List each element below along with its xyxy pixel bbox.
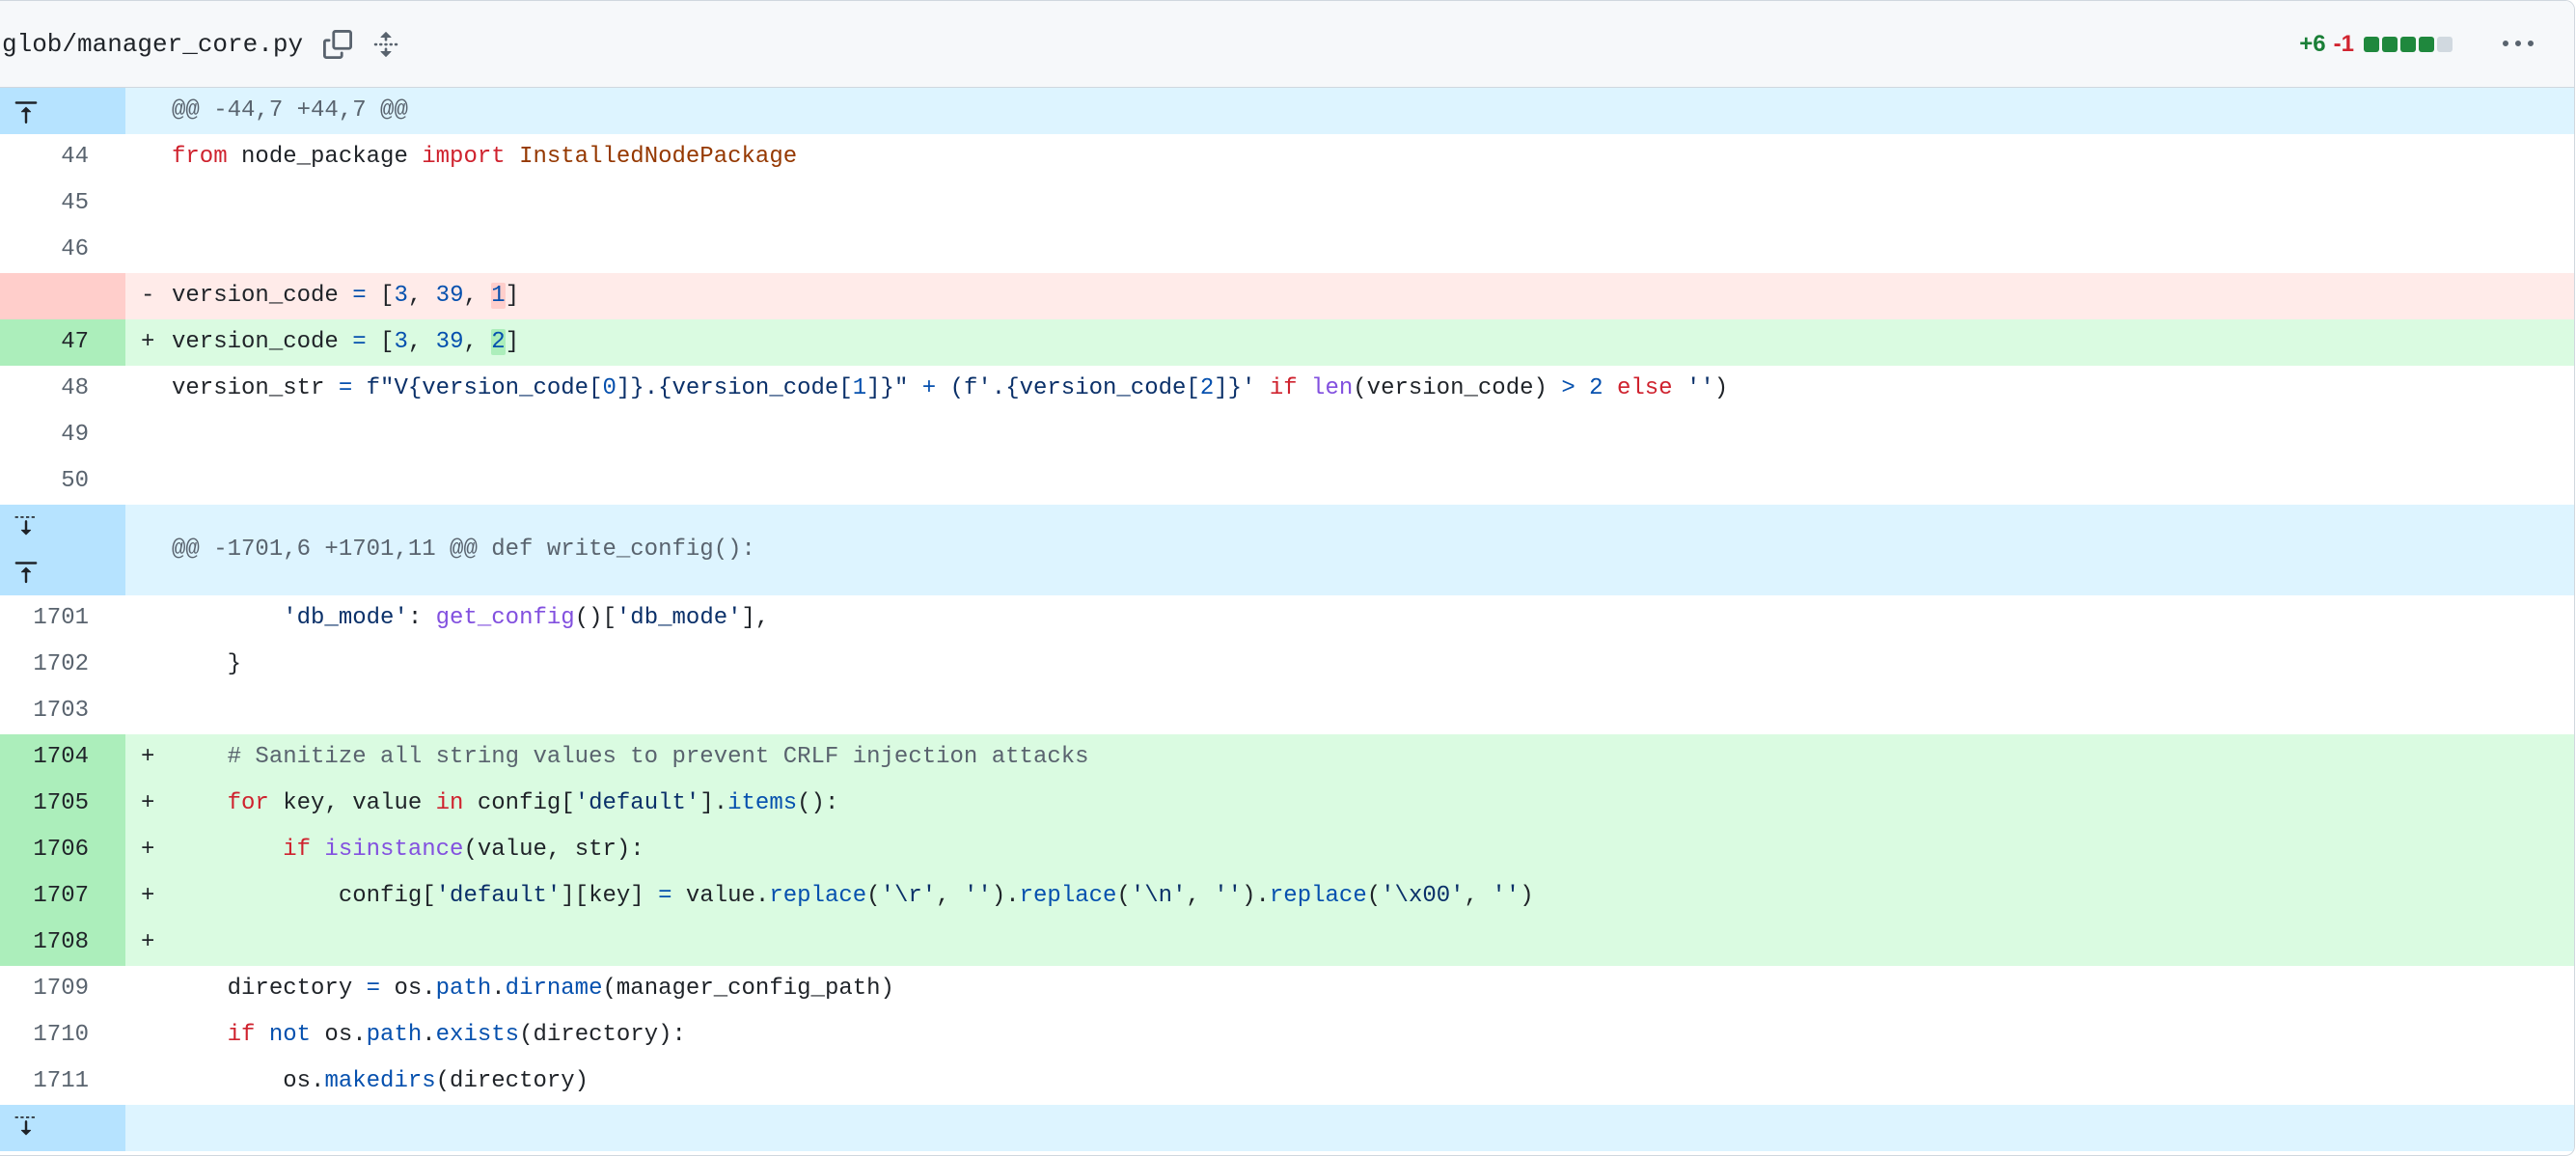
- addition-marker: +: [141, 883, 155, 909]
- line-number[interactable]: 1709: [0, 966, 125, 1012]
- code-line: version_code = [3, 39, 2]: [172, 329, 520, 355]
- diff-line: 44 from node_package import InstalledNod…: [0, 134, 2574, 180]
- fold-down-icon: [14, 1116, 35, 1136]
- expand-down-button[interactable]: [0, 1105, 125, 1151]
- kebab-horizontal-icon[interactable]: [2495, 21, 2541, 68]
- diff-file-panel: glob/manager_core.py +6 -1 @@ -44,7 +44,…: [0, 0, 2575, 1156]
- code-line: from node_package import InstalledNodePa…: [172, 144, 798, 170]
- file-header: glob/manager_core.py +6 -1: [0, 1, 2574, 88]
- added-line: 1704 + # Sanitize all string values to p…: [0, 734, 2574, 781]
- fold-up-icon[interactable]: [14, 559, 39, 584]
- diffstat-block-add: [2382, 36, 2398, 52]
- line-number[interactable]: 1705: [0, 781, 125, 827]
- diff-line: 1701 'db_mode': get_config()['db_mode'],: [0, 595, 2574, 642]
- diff-line: 46: [0, 227, 2574, 273]
- hunk-range: @@ -1701,6 +1701,11 @@ def write_config(…: [172, 537, 755, 563]
- line-number[interactable]: 50: [0, 458, 125, 505]
- unfold-icon[interactable]: [365, 23, 407, 66]
- expand-up-button[interactable]: [0, 88, 125, 134]
- diff-line: 1710 if not os.path.exists(directory):: [0, 1012, 2574, 1059]
- diff-line: 1711 os.makedirs(directory): [0, 1059, 2574, 1105]
- code-line: version_code = [3, 39, 1]: [172, 283, 520, 309]
- code-line: config['default'][key] = value.replace('…: [338, 883, 1534, 909]
- addition-marker: +: [141, 929, 155, 955]
- added-line: 1706 + if isinstance(value, str):: [0, 827, 2574, 873]
- diffstat-block-add: [2364, 36, 2379, 52]
- diff-table: @@ -44,7 +44,7 @@ 44 from node_package i…: [0, 88, 2574, 1151]
- line-number[interactable]: 1706: [0, 827, 125, 873]
- fold-up-icon: [14, 101, 38, 124]
- diff-stats: +6 -1: [2299, 1, 2574, 87]
- line-number[interactable]: 1707: [0, 873, 125, 920]
- added-line: 1705 + for key, value in config['default…: [0, 781, 2574, 827]
- line-number[interactable]: 46: [0, 227, 125, 273]
- line-number[interactable]: 48: [0, 366, 125, 412]
- code-line: if not os.path.exists(directory):: [227, 1022, 686, 1048]
- diffstat-block-add: [2419, 36, 2434, 52]
- added-line: 1708 +: [0, 920, 2574, 966]
- code-line: }: [227, 651, 242, 677]
- deletion-marker: -: [141, 283, 155, 309]
- copy-icon[interactable]: [316, 23, 359, 66]
- diff-line: 45: [0, 180, 2574, 227]
- addition-marker: +: [141, 837, 155, 863]
- line-number[interactable]: 1704: [0, 734, 125, 781]
- line-number[interactable]: [0, 273, 125, 319]
- hunk-header: @@ -44,7 +44,7 @@: [0, 88, 2574, 134]
- diffstat-block-add: [2400, 36, 2416, 52]
- diffstat-block-neutral: [2437, 36, 2453, 52]
- addition-marker: +: [141, 744, 155, 770]
- code-line: version_str = f"V{version_code[0]}.{vers…: [172, 375, 1729, 401]
- code-line: if isinstance(value, str):: [283, 837, 644, 863]
- line-number[interactable]: 1708: [0, 920, 125, 966]
- diff-line: 1709 directory = os.path.dirname(manager…: [0, 966, 2574, 1012]
- diff-line: 1703: [0, 688, 2574, 734]
- diffstat-bar: [2364, 36, 2453, 52]
- hunk-header: @@ -1701,6 +1701,11 @@ def write_config(…: [0, 505, 2574, 595]
- addition-marker: +: [141, 790, 155, 816]
- additions-count: +6: [2299, 30, 2326, 57]
- line-number[interactable]: 49: [0, 412, 125, 458]
- code-line: os.makedirs(directory): [283, 1068, 589, 1094]
- code-line: for key, value in config['default'].item…: [227, 790, 839, 816]
- deletions-count: -1: [2333, 30, 2354, 57]
- added-line: 1707 + config['default'][key] = value.re…: [0, 873, 2574, 920]
- diff-line: 49: [0, 412, 2574, 458]
- line-number[interactable]: 1703: [0, 688, 125, 734]
- diff-line: 50: [0, 458, 2574, 505]
- deleted-line: - version_code = [3, 39, 1]: [0, 273, 2574, 319]
- line-number[interactable]: 1710: [0, 1012, 125, 1059]
- line-number[interactable]: 1711: [0, 1059, 125, 1105]
- hunk-range: @@ -44,7 +44,7 @@: [172, 97, 408, 124]
- diff-line: 48 version_str = f"V{version_code[0]}.{v…: [0, 366, 2574, 412]
- file-path[interactable]: glob/manager_core.py: [2, 30, 303, 59]
- diff-line: 1702 }: [0, 642, 2574, 688]
- code-line: directory = os.path.dirname(manager_conf…: [227, 976, 894, 1002]
- added-line: 47 + version_code = [3, 39, 2]: [0, 319, 2574, 366]
- hunk-footer: [0, 1105, 2574, 1151]
- code-line: 'db_mode': get_config()['db_mode'],: [283, 605, 770, 631]
- addition-marker: +: [141, 329, 155, 355]
- line-number[interactable]: 47: [0, 319, 125, 366]
- fold-down-icon[interactable]: [14, 512, 39, 537]
- code-line: # Sanitize all string values to prevent …: [227, 744, 1089, 770]
